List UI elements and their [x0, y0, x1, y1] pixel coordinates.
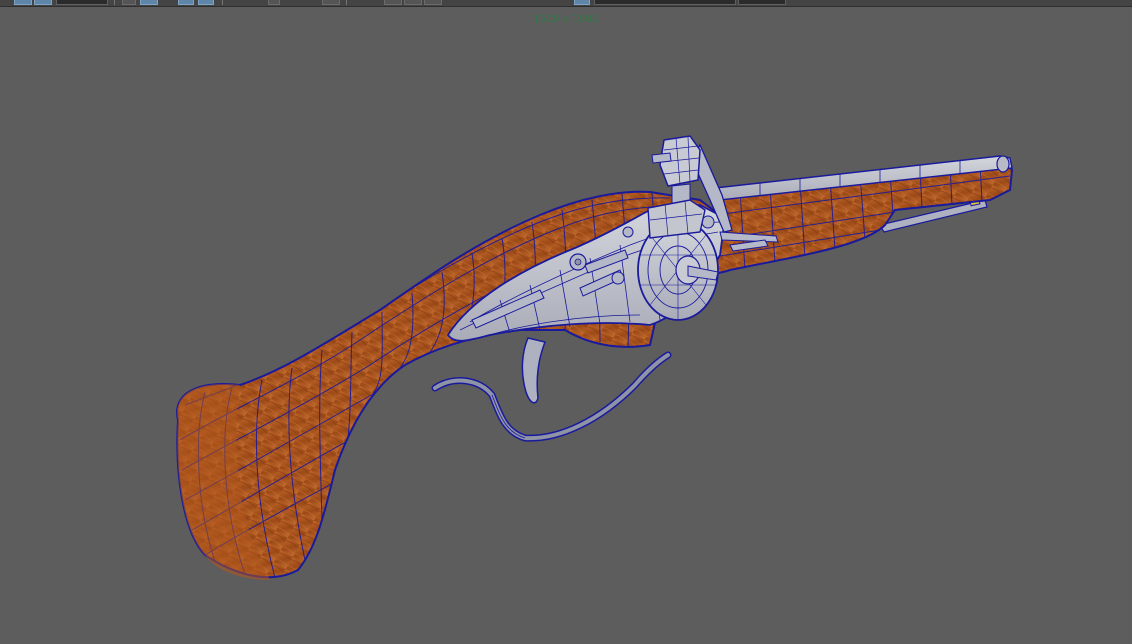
isolate-select-icon[interactable] [198, 0, 214, 5]
smooth-shading-icon[interactable] [178, 0, 194, 5]
toolbar-separator [114, 0, 115, 5]
toolbar-button[interactable] [404, 0, 422, 5]
xray-icon[interactable] [268, 0, 280, 5]
lasso-tool-icon[interactable] [34, 0, 52, 5]
toolbar-separator [346, 0, 347, 5]
toolbar-button[interactable] [574, 0, 590, 5]
maya-viewport-window: 1500 x 1500 [0, 0, 1132, 644]
camera-field[interactable] [56, 0, 108, 5]
grid-icon[interactable] [384, 0, 402, 5]
trigger [521, 337, 547, 404]
resolution-gate-icon[interactable] [322, 0, 340, 5]
wireframe-shading-icon[interactable] [140, 0, 158, 5]
toolbar-button[interactable] [424, 0, 442, 5]
toolbar-separator [222, 0, 223, 5]
camera-icon[interactable] [122, 0, 136, 5]
viewport-3d-canvas[interactable] [0, 7, 1132, 644]
exposure-field[interactable] [594, 0, 736, 5]
gamma-field[interactable] [738, 0, 786, 5]
panel-toolbar [0, 0, 1132, 7]
trigger-guard [431, 351, 672, 442]
select-tool-icon[interactable] [14, 0, 32, 5]
